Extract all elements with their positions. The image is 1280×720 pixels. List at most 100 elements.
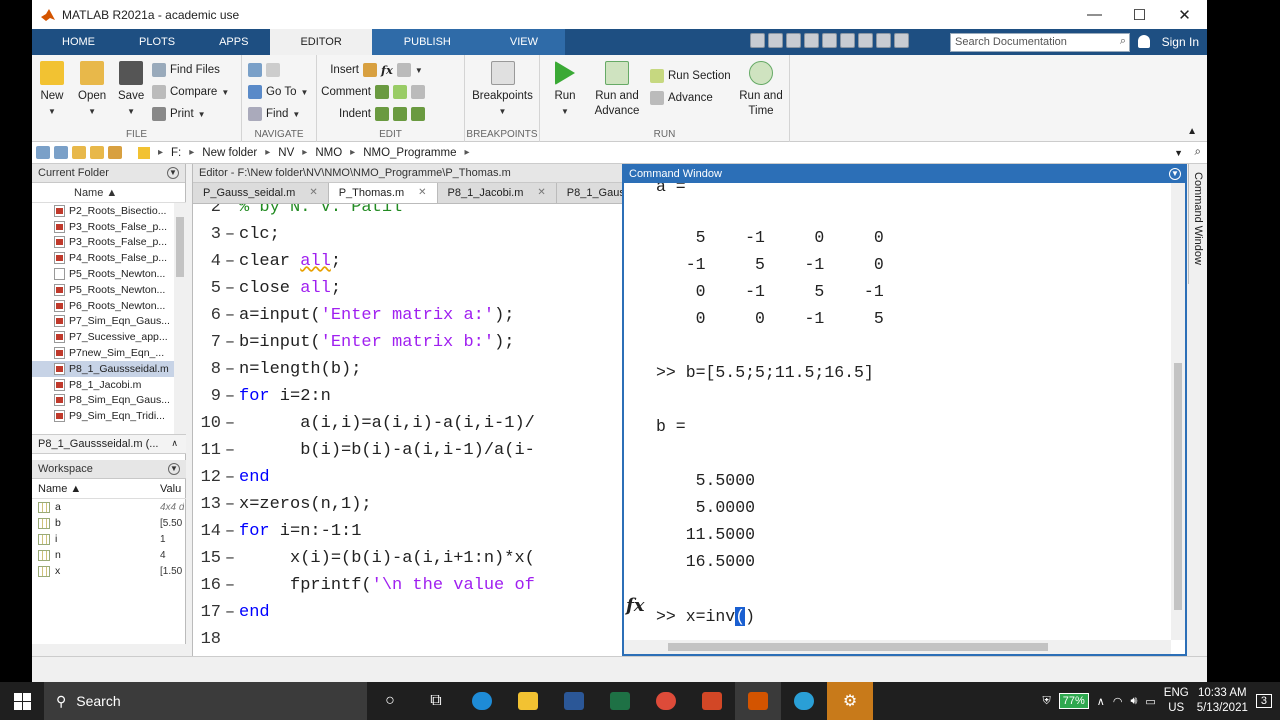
forward-icon[interactable] xyxy=(54,146,68,159)
browse-folder-icon[interactable] xyxy=(90,146,104,159)
notification-bell-icon[interactable] xyxy=(1138,35,1150,48)
copy-icon[interactable] xyxy=(786,33,801,48)
code-line[interactable]: 11– b(i)=b(i)-a(i,i-1)/a(i- xyxy=(193,437,535,464)
code-line[interactable]: 17– end xyxy=(193,599,270,626)
tab-apps[interactable]: APPS xyxy=(197,29,270,55)
goto-button[interactable]: Go To ▼ xyxy=(248,83,308,101)
code-line[interactable]: 4– clear all; xyxy=(193,248,341,275)
compare-button[interactable]: Compare ▼ xyxy=(152,83,229,101)
paste-icon[interactable] xyxy=(804,33,819,48)
settings-gear-icon[interactable]: ⚙ xyxy=(827,682,873,720)
search-folder-icon[interactable]: ⌕ xyxy=(1195,146,1201,159)
find-files-button[interactable]: Find Files xyxy=(152,61,220,79)
chevron-up-icon[interactable]: ∧ xyxy=(1097,695,1105,708)
switch-windows-icon[interactable] xyxy=(858,33,873,48)
code-line[interactable]: 7– b=input('Enter matrix b:'); xyxy=(193,329,515,356)
up-folder-icon[interactable] xyxy=(72,146,86,159)
insert-button[interactable]: Insert fx ▼ xyxy=(321,61,423,79)
new-button[interactable]: New ▼ xyxy=(40,61,64,119)
start-button[interactable] xyxy=(0,682,44,720)
workspace-hscroll[interactable] xyxy=(32,644,186,656)
folder-tools-icon[interactable] xyxy=(108,146,122,159)
file-list-item[interactable]: P7_Sim_Eqn_Gaus... xyxy=(32,314,186,330)
notifications-icon[interactable]: 3 xyxy=(1255,694,1272,708)
back-forward-arrows[interactable] xyxy=(248,61,280,79)
editor-tab[interactable]: P_Gauss_seidal.m ✕ xyxy=(193,183,329,203)
workspace-variable[interactable]: i1 xyxy=(32,531,186,547)
code-line[interactable]: 16– fprintf('\n the value of xyxy=(193,572,535,599)
task-view-icon[interactable]: ⧉ xyxy=(413,682,459,720)
tab-editor[interactable]: EDITOR xyxy=(270,29,372,55)
path-dropdown-icon[interactable]: ▼ xyxy=(1174,148,1183,158)
matlab-taskbar-icon[interactable] xyxy=(735,682,781,720)
advance-button[interactable]: Advance xyxy=(650,89,713,107)
code-line[interactable]: 8– n=length(b); xyxy=(193,356,362,383)
volume-icon[interactable]: 🔊︎ xyxy=(1130,695,1137,708)
file-explorer-icon[interactable] xyxy=(505,682,551,720)
editor-tab[interactable]: P8_1_Jacobi.m ✕ xyxy=(438,183,557,203)
code-line[interactable]: 2 % by N. V. Patil xyxy=(193,204,402,221)
command-prompt-line[interactable]: >> x=inv() xyxy=(656,607,755,626)
battery-indicator[interactable]: 77% xyxy=(1058,693,1089,709)
crumb-new-folder[interactable]: New folder xyxy=(202,147,257,159)
tab-plots[interactable]: PLOTS xyxy=(117,29,197,55)
cw-actions-icon[interactable]: ▼ xyxy=(1169,168,1181,180)
code-line[interactable]: 18 xyxy=(193,626,239,653)
cortana-icon[interactable]: ○ xyxy=(367,682,413,720)
find-button[interactable]: Find ▼ xyxy=(248,105,300,123)
file-list-item[interactable]: P5_Roots_Newton... xyxy=(32,282,186,298)
editor-tab-active[interactable]: P_Thomas.m ✕ xyxy=(328,183,438,203)
name-column-header[interactable]: Name ▲ xyxy=(32,184,186,203)
excel-icon[interactable] xyxy=(597,682,643,720)
fx-prompt-icon[interactable]: fx xyxy=(626,595,644,616)
file-list-item[interactable]: P7new_Sim_Eqn_... xyxy=(32,345,186,361)
code-line[interactable]: 6– a=input('Enter matrix a:'); xyxy=(193,302,515,329)
code-area[interactable]: 2 % by N. V. Patil 3– clc; 4– clear all; 5–… xyxy=(193,204,622,656)
ws-name-header[interactable]: Name ▲ xyxy=(38,483,81,495)
selected-file-details[interactable]: P8_1_Gaussseidal.m (... ∧ xyxy=(32,434,186,454)
clock[interactable]: 10:33 AM 5/13/2021 xyxy=(1197,686,1248,716)
search-documentation-input[interactable]: Search Documentation ⌕ xyxy=(950,33,1130,52)
code-line[interactable]: 9– for i=2:n xyxy=(193,383,331,410)
indent-button[interactable]: Indent xyxy=(321,105,425,123)
breakpoints-button[interactable]: Breakpoints ▼ xyxy=(470,61,535,119)
help-icon[interactable] xyxy=(876,33,891,48)
file-list-item[interactable]: P3_Roots_False_p... xyxy=(32,219,186,235)
close-button[interactable]: ✕ xyxy=(1162,6,1207,24)
crumb-drive[interactable]: F: xyxy=(171,147,181,159)
crumb-nmo-programme[interactable]: NMO_Programme xyxy=(363,147,456,159)
taskbar-search[interactable]: ⚲ Search xyxy=(44,682,367,720)
file-list-item[interactable]: P8_Sim_Eqn_Gaus... xyxy=(32,393,186,409)
print-button[interactable]: Print ▼ xyxy=(152,105,206,123)
shield-icon[interactable]: ⛨ xyxy=(1042,695,1050,708)
open-button[interactable]: Open ▼ xyxy=(78,61,106,119)
code-line[interactable]: 5– close all; xyxy=(193,275,341,302)
back-icon[interactable] xyxy=(36,146,50,159)
chrome-icon[interactable] xyxy=(643,682,689,720)
cut-icon[interactable] xyxy=(768,33,783,48)
keyboard-icon[interactable]: ▭ xyxy=(1145,695,1155,708)
collapse-ribbon-icon[interactable]: ▲ xyxy=(1187,126,1197,137)
tab-home[interactable]: HOME xyxy=(32,29,117,55)
file-list-item[interactable]: P5_Roots_Newton... xyxy=(32,266,186,282)
run-section-button[interactable]: Run Section xyxy=(650,67,731,85)
command-window-side-tab[interactable]: Command Window xyxy=(1188,164,1206,284)
code-line[interactable]: 3– clc; xyxy=(193,221,280,248)
file-list-item[interactable]: P7_Sucessive_app... xyxy=(32,329,186,345)
run-button[interactable]: Run ▼ xyxy=(550,61,580,119)
undo-icon[interactable] xyxy=(822,33,837,48)
crumb-nv[interactable]: NV xyxy=(278,147,294,159)
file-list-scrollbar[interactable] xyxy=(174,203,186,434)
run-and-advance-button[interactable]: Run and Advance xyxy=(592,61,642,119)
edge-icon[interactable] xyxy=(459,682,505,720)
dropdown-icon[interactable] xyxy=(894,33,909,48)
file-list-item[interactable]: P4_Roots_False_p... xyxy=(32,250,186,266)
file-list-item[interactable]: P8_1_Jacobi.m xyxy=(32,377,186,393)
file-list-item[interactable]: P2_Roots_Bisectio... xyxy=(32,203,186,219)
search-icon[interactable]: ⌕ xyxy=(1120,35,1126,48)
cw-vertical-scrollbar[interactable] xyxy=(1171,183,1185,640)
network-icon[interactable]: ◠ xyxy=(1113,695,1123,708)
sign-in-link[interactable]: Sign In xyxy=(1162,29,1199,55)
workspace-variable[interactable]: a 4x4 d xyxy=(32,499,186,515)
crumb-nmo[interactable]: NMO xyxy=(315,147,342,159)
